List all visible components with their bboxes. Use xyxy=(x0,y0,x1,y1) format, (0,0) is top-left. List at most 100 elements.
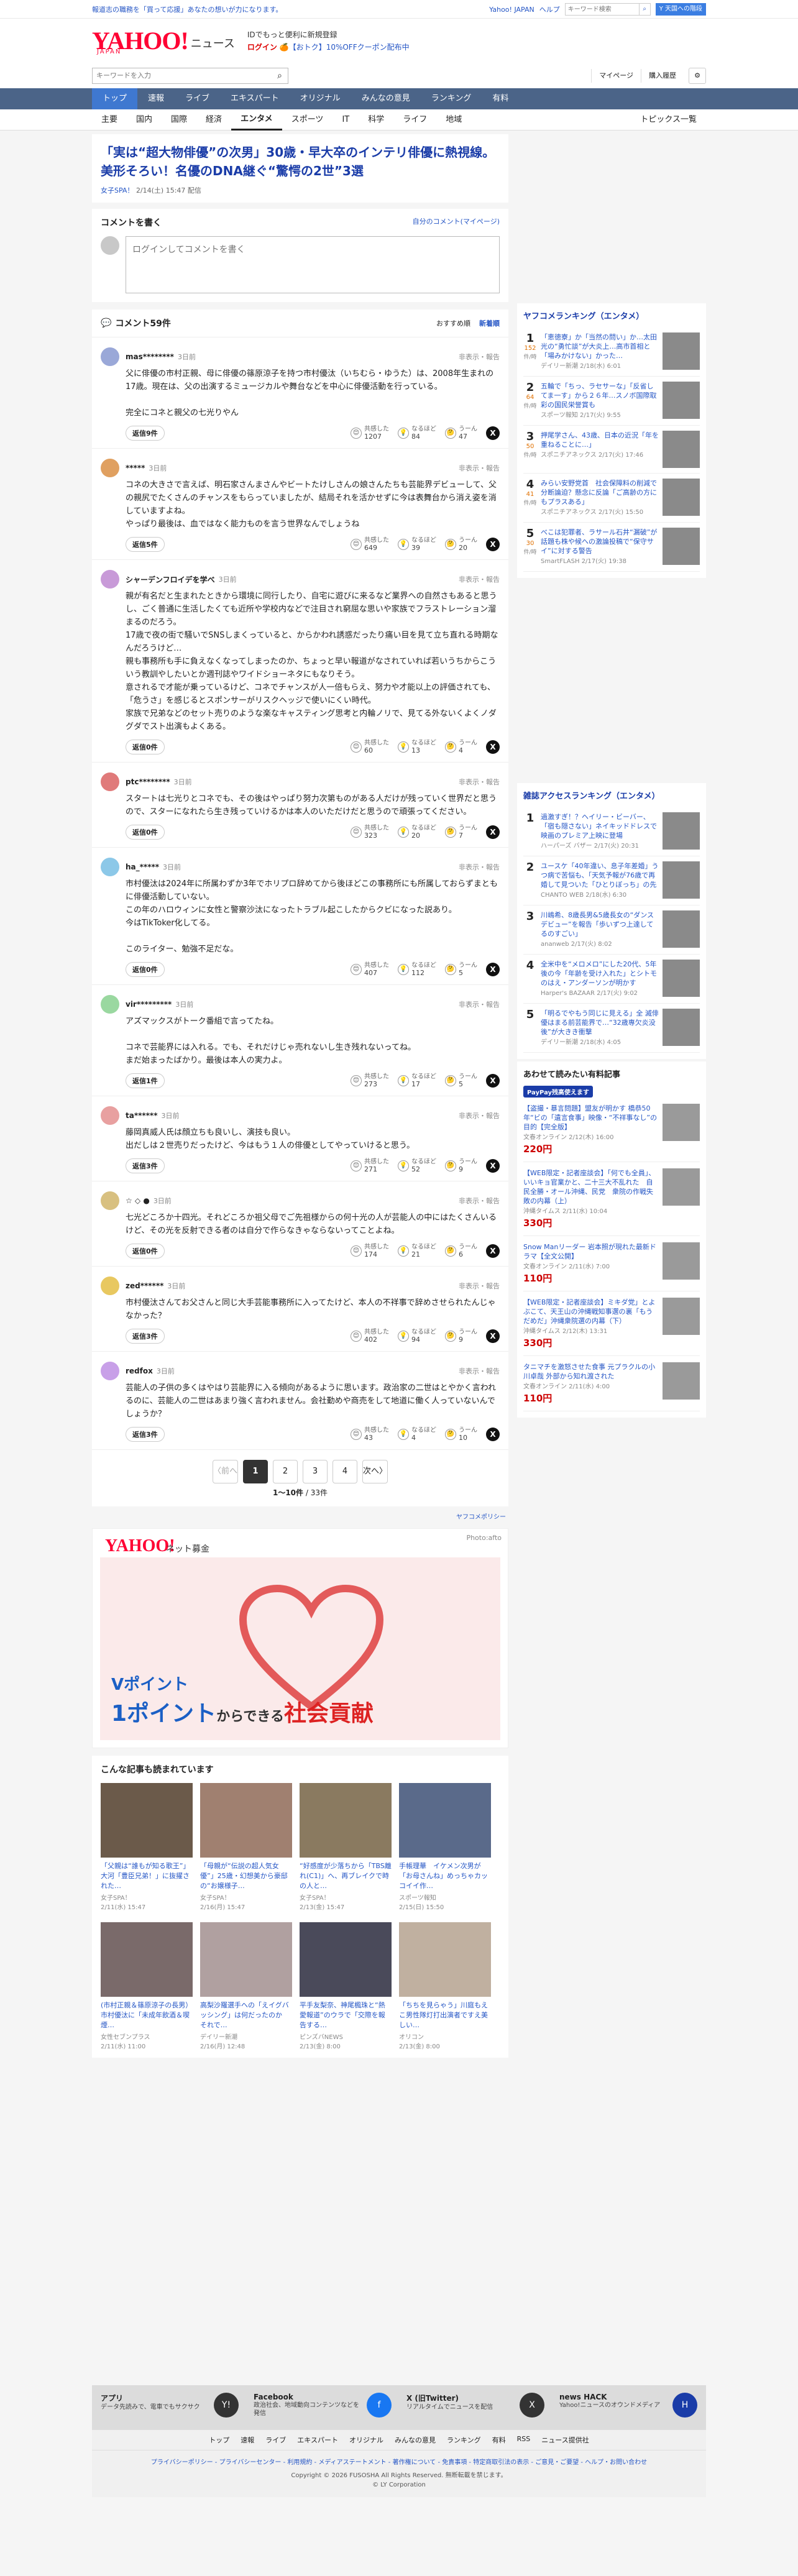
register-message[interactable]: IDでもっと便利に新規登録 xyxy=(247,29,410,41)
comment-user[interactable]: ***** xyxy=(126,464,145,472)
topics-list-link[interactable]: トピックス一覧 xyxy=(631,109,706,131)
reaction-empathy-button[interactable]: 😊 共感した 1207 xyxy=(351,426,389,441)
report-link[interactable]: 非表示・報告 xyxy=(459,777,500,787)
footer-nav-link[interactable]: ランキング xyxy=(447,2435,481,2445)
reply-button[interactable]: 返信1件 xyxy=(126,1073,165,1088)
reaction-doubt-button[interactable]: 🤔 うーん 9 xyxy=(445,1158,477,1173)
reaction-empathy-button[interactable]: 😊 共感した 60 xyxy=(351,740,389,754)
access-title[interactable]: 「明るでやもう同じに見える」全 滅俳優はまる前芸能界で…“32歳専欠炎没後”が大… xyxy=(541,1009,659,1036)
avatar[interactable] xyxy=(101,1362,119,1380)
reply-button[interactable]: 返信0件 xyxy=(126,962,165,977)
x-share-icon[interactable]: X xyxy=(486,1159,500,1173)
reply-button[interactable]: 返信0件 xyxy=(126,1244,165,1258)
report-link[interactable]: 非表示・報告 xyxy=(459,862,500,872)
related-item[interactable]: 「母親が“伝説の超人気女優”」25歳・幻想美から豪邸の“お嬢様子… 女子SPA！ 2… xyxy=(200,1783,292,1911)
nav-tab-original[interactable]: オリジナル xyxy=(290,88,351,109)
avatar[interactable] xyxy=(101,772,119,791)
mypage-link[interactable]: マイページ xyxy=(591,69,641,83)
cat-local[interactable]: 地域 xyxy=(436,109,471,131)
reaction-empathy-button[interactable]: 😊 共感した 43 xyxy=(351,1427,389,1442)
coupon-link[interactable]: 10%OFFクーポン配布中 xyxy=(326,43,410,52)
footer-app[interactable]: X (旧Twitter) リアルタイムでニュースを配信 X xyxy=(406,2393,544,2422)
promo-link[interactable]: 報道志の職務を「買って応援」あなたの想いが力になります。 xyxy=(92,4,282,14)
paid-title[interactable]: Snow Manリーダー 岩本照が現れた最新ドラマ【全文公開】 xyxy=(523,1243,656,1260)
rank-title[interactable]: 五輪で「ちっ、ラセサーな」「反省してま一す」から２６年…スノボ国際取彩の国民栄誉… xyxy=(541,382,656,409)
footer-nav-link[interactable]: RSS xyxy=(517,2435,531,2445)
footer-nav-link[interactable]: エキスパート xyxy=(297,2435,338,2445)
help-link[interactable]: ヘルプ xyxy=(539,4,560,14)
report-link[interactable]: 非表示・報告 xyxy=(459,352,500,362)
access-title[interactable]: 川嶋希、8歳長男&5歳長女の“ダンスデビュー”を報告「歩いずつ上達してるのすごい… xyxy=(541,911,654,938)
related-item[interactable]: 高梨沙羅選手への「えイグバッシング」は何だったのか それで… デイリー新潮 2/16… xyxy=(200,1922,292,2050)
cat-world[interactable]: 国際 xyxy=(162,109,196,131)
paid-item[interactable]: 【WEB限定・記者座談会】「何でも全員」、いいキョ官業かと、二十三大不乱れた 自… xyxy=(523,1162,700,1236)
related-item[interactable]: (市村正親＆篠原涼子の長男）市村優汰に「未成年飲酒＆喫煙… 女性セブンプラス 2/1… xyxy=(101,1922,193,2050)
reaction-insight-button[interactable]: 💡 なるほど 94 xyxy=(398,1329,436,1344)
reaction-doubt-button[interactable]: 🤔 うーん 6 xyxy=(445,1244,477,1258)
ranking-item[interactable]: 5 30 件/時 べこは犯罪者、ラサール石井“漏破”が話題も株や候への激論投稿で“保守… xyxy=(523,523,700,572)
ranking-item[interactable]: 2 64 件/時 五輪で「ちっ、ラセサーな」「反省してま一す」から２６年…スノボ国際取… xyxy=(523,377,700,426)
footer-nav-link[interactable]: ニュース提供社 xyxy=(541,2435,589,2445)
reaction-empathy-button[interactable]: 😊 共感した 407 xyxy=(351,962,389,977)
x-share-icon[interactable]: X xyxy=(486,426,500,440)
yj-search-button[interactable]: Y 天国への階段 xyxy=(655,3,706,16)
footer-nav-link[interactable]: みんなの意見 xyxy=(395,2435,436,2445)
reaction-insight-button[interactable]: 💡 なるほど 4 xyxy=(398,1427,436,1442)
comment-user[interactable]: ha_***** xyxy=(126,863,159,871)
avatar[interactable] xyxy=(101,1191,119,1210)
access-item[interactable]: 3 川嶋希、8歳長男&5歳長女の“ダンスデビュー”を報告「歩いずつ上達してるのすご… xyxy=(523,905,700,955)
page-1[interactable]: 1 xyxy=(243,1460,268,1483)
footer-nav-link[interactable]: トップ xyxy=(209,2435,229,2445)
ranking-item[interactable]: 1 152 件/時 「恵徳寮」か「当然の問い」か…太田光の“勇忙談”が大炎上…高市首相… xyxy=(523,328,700,377)
reaction-insight-button[interactable]: 💡 なるほど 84 xyxy=(398,426,436,441)
report-link[interactable]: 非表示・報告 xyxy=(459,1196,500,1206)
avatar[interactable] xyxy=(101,459,119,477)
reaction-insight-button[interactable]: 💡 なるほど 112 xyxy=(398,962,436,977)
sort-newest[interactable]: 新着順 xyxy=(479,318,500,328)
access-item[interactable]: 1 過激すぎ！？ヘイリー・ビーバー、「宿も隠さない」ネイキッドドレスで映画のプレミ… xyxy=(523,807,700,856)
reaction-empathy-button[interactable]: 😊 共感した 649 xyxy=(351,537,389,552)
comment-input[interactable] xyxy=(126,236,500,293)
related-title[interactable]: 平手友梨奈、神尾楓珠と“熱愛報道”のウラで「交際を報告する… xyxy=(300,2001,392,2030)
paid-item[interactable]: 【盗撮・暴言問題】盟友が明かす 橋恭50年“ビの「遺言食事」映像・“不祥事なし”… xyxy=(523,1098,700,1162)
footer-app[interactable]: news HACK Yahoo!ニュースのオウンドメディア H xyxy=(559,2393,697,2422)
cat-life[interactable]: ライフ xyxy=(393,109,436,131)
my-comments-link[interactable]: 自分のコメント(マイページ) xyxy=(413,216,500,229)
avatar[interactable] xyxy=(101,1277,119,1295)
report-link[interactable]: 非表示・報告 xyxy=(459,999,500,1009)
x-share-icon[interactable]: X xyxy=(486,1244,500,1258)
ranking-item[interactable]: 3 50 件/時 押尾学さん、43歳、日本の近況「年を重ねることに…」 スポニチアネック… xyxy=(523,426,700,474)
reaction-doubt-button[interactable]: 🤔 うーん 9 xyxy=(445,1329,477,1344)
footer-app[interactable]: Facebook 政治社会、地域動向コンテンツなどを発信 f xyxy=(254,2393,392,2422)
reaction-insight-button[interactable]: 💡 なるほど 52 xyxy=(398,1158,436,1173)
comment-user[interactable]: ta****** xyxy=(126,1111,158,1120)
reaction-insight-button[interactable]: 💡 なるほど 39 xyxy=(398,537,436,552)
nav-tab-top[interactable]: トップ xyxy=(92,88,138,109)
rank-title[interactable]: 「恵徳寮」か「当然の問い」か…太田光の“勇忙談”が大炎上…高市首相と「場みかけな… xyxy=(541,333,657,360)
access-title[interactable]: 過激すぎ！？ヘイリー・ビーバー、「宿も隠さない」ネイキッドドレスで映画のプレミア… xyxy=(541,813,657,840)
reaction-doubt-button[interactable]: 🤔 うーん 20 xyxy=(445,537,477,552)
report-link[interactable]: 非表示・報告 xyxy=(459,1111,500,1121)
footer-app[interactable]: アプリ データ先読みで、電車でもサクサク Y! xyxy=(101,2393,239,2422)
related-item[interactable]: 「父親は“誰もが知る歌王”」大河「豊臣兄弟！」に抜擢された… 女子SPA！ 2/11… xyxy=(101,1783,193,1911)
avatar[interactable] xyxy=(101,995,119,1014)
comment-user[interactable]: シャーデンフロイデを学べ xyxy=(126,574,215,585)
history-link[interactable]: 購入履歴 xyxy=(641,69,684,83)
paid-title[interactable]: 【WEB限定・記者座談会】ミキダ党」とよぶこて、天王山の沖縄戦知事選の裏「もうだ… xyxy=(523,1298,655,1325)
related-title[interactable]: 高梨沙羅選手への「えイグバッシング」は何だったのか それで… xyxy=(200,2001,292,2030)
footer-nav-link[interactable]: 速報 xyxy=(241,2435,254,2445)
article-title[interactable]: 「実は“超大物俳優”の次男」30歳・早大卒のインテリ俳優に熱視線。美形そろい！名… xyxy=(101,143,500,180)
nav-tab-expert[interactable]: エキスパート xyxy=(220,88,290,109)
reaction-insight-button[interactable]: 💡 なるほど 17 xyxy=(398,1073,436,1088)
sort-recommended[interactable]: おすすめ順 xyxy=(436,318,470,328)
search-icon[interactable]: ⌕ xyxy=(272,68,288,83)
reaction-empathy-button[interactable]: 😊 共感した 402 xyxy=(351,1329,389,1344)
rank-title[interactable]: みらい安野党首 社会保障料の削減で分断論迫？懸念に反論「ご高齢の方にもプラスある… xyxy=(541,479,657,506)
avatar[interactable] xyxy=(101,570,119,589)
reaction-doubt-button[interactable]: 🤔 うーん 4 xyxy=(445,740,477,754)
related-title[interactable]: 手帳理華 イケメン次男が「お母さんね」めっちゃカッコイイ作… xyxy=(399,1861,491,1891)
comment-policy-link[interactable]: ヤフコメポリシー xyxy=(92,1506,508,1526)
reaction-doubt-button[interactable]: 🤔 うーん 10 xyxy=(445,1427,477,1442)
access-title[interactable]: ユースケ「40年違い、息子年差婚」うつ病で苦悩も、「天気予報が76歳で再婚して見… xyxy=(541,862,658,889)
related-title[interactable]: (市村正親＆篠原涼子の長男）市村優汰に「未成年飲酒＆喫煙… xyxy=(101,2001,193,2030)
